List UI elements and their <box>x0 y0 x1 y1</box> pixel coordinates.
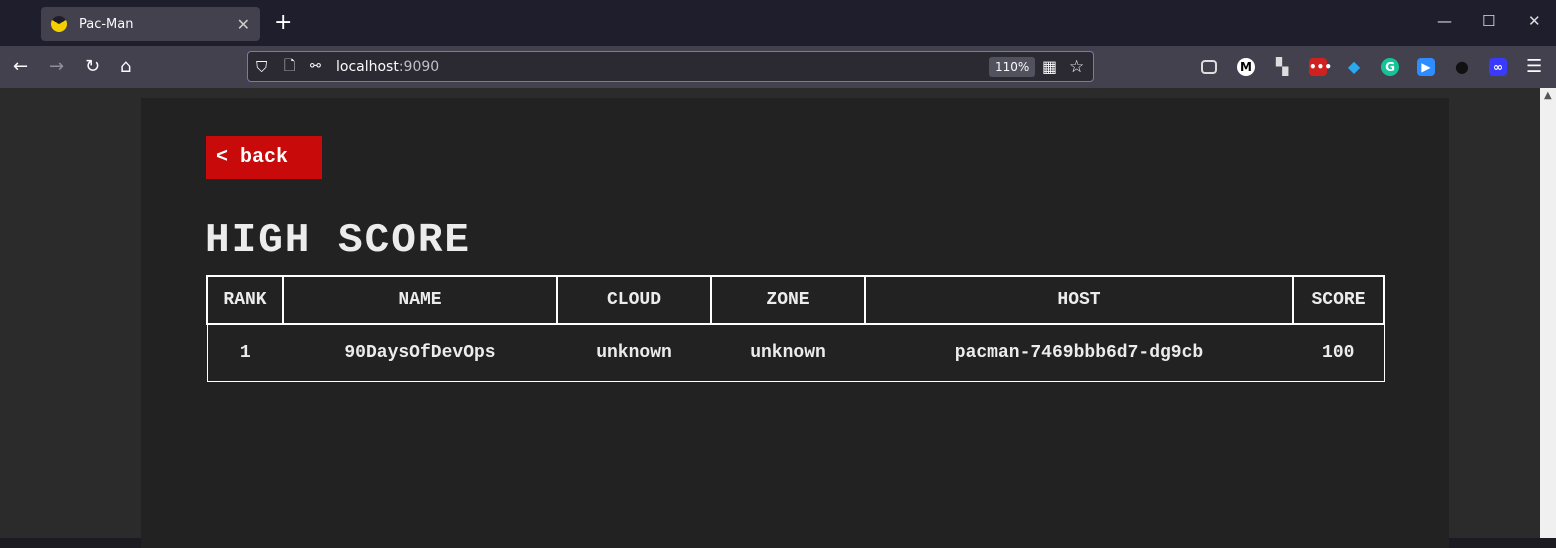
cell-cloud: unknown <box>596 342 672 363</box>
tab-pacman[interactable]: Pac-Man ✕ <box>41 7 260 41</box>
cell-rank: 1 <box>239 342 251 363</box>
back-arrow-icon[interactable]: ← <box>13 56 28 77</box>
tab-title: Pac-Man <box>79 16 134 32</box>
url-port: :9090 <box>398 58 440 75</box>
permissions-icon[interactable]: ⚯ <box>310 59 321 74</box>
zoom-extension-icon[interactable]: ▶ <box>1417 58 1435 76</box>
header-host: HOST <box>864 275 1294 325</box>
pocket-icon[interactable] <box>1201 60 1217 74</box>
header-rank: RANK <box>206 275 284 325</box>
pacman-favicon-icon <box>51 16 67 32</box>
scrollbar[interactable]: ▲ <box>1540 88 1556 538</box>
table-row: 1 90DaysOfDevOps unknown unknown pacman-… <box>207 324 1384 381</box>
back-button[interactable]: < back <box>206 136 322 179</box>
diamond-icon[interactable]: ◆ <box>1345 58 1363 76</box>
close-tab-icon[interactable]: ✕ <box>237 15 250 34</box>
url-bar[interactable]: ⛉ 🗋 ⚯ localhost:9090 110% ▦ ☆ <box>247 51 1094 82</box>
cell-host: pacman-7469bbb6d7-dg9cb <box>954 342 1204 363</box>
table-header-row: RANK NAME CLOUD ZONE HOST SCORE <box>206 275 1385 325</box>
page-content: < back HIGH SCORE RANK NAME CLOUD ZONE H… <box>0 88 1540 548</box>
header-cloud: CLOUD <box>556 275 712 325</box>
grammarly-icon[interactable]: G <box>1381 58 1399 76</box>
highscore-panel: < back HIGH SCORE RANK NAME CLOUD ZONE H… <box>141 98 1449 548</box>
qr-code-icon[interactable]: ▦ <box>1042 57 1057 76</box>
close-window-icon[interactable]: ✕ <box>1528 12 1541 30</box>
header-score: SCORE <box>1292 275 1385 325</box>
m-extension-icon[interactable]: M <box>1237 58 1255 76</box>
gnome-foot-icon[interactable]: ● <box>1453 58 1471 76</box>
extensions-grid-icon[interactable]: ▚ <box>1273 58 1291 76</box>
lastpass-icon[interactable]: ••• <box>1309 58 1332 76</box>
highscore-table: RANK NAME CLOUD ZONE HOST SCORE 1 90Days… <box>206 275 1385 382</box>
shield-icon[interactable]: ⛉ <box>256 58 267 76</box>
reload-icon[interactable]: ↻ <box>85 56 100 77</box>
nav-bar: ← → ↻ ⌂ ⛉ 🗋 ⚯ localhost:9090 110% ▦ ☆ M … <box>0 46 1556 88</box>
link-extension-icon[interactable]: ∞ <box>1489 58 1507 76</box>
maximize-icon[interactable]: ☐ <box>1482 12 1495 30</box>
cell-name: 90DaysOfDevOps <box>344 342 496 363</box>
url-text[interactable]: localhost:9090 <box>336 59 439 75</box>
zoom-level-badge[interactable]: 110% <box>989 57 1036 77</box>
header-zone: ZONE <box>710 275 866 325</box>
scroll-up-icon[interactable]: ▲ <box>1544 90 1552 101</box>
page-icon[interactable]: 🗋 <box>284 55 295 79</box>
minimize-icon[interactable]: — <box>1437 12 1452 30</box>
header-name: NAME <box>282 275 558 325</box>
page-title: HIGH SCORE <box>205 218 472 264</box>
new-tab-button[interactable]: + <box>274 10 292 35</box>
menu-icon[interactable]: ☰ <box>1526 56 1542 77</box>
forward-arrow-icon[interactable]: → <box>49 56 64 77</box>
cell-zone: unknown <box>750 342 826 363</box>
tab-bar: Pac-Man ✕ + — ☐ ✕ <box>0 0 1556 46</box>
home-icon[interactable]: ⌂ <box>120 56 131 77</box>
cell-score: 100 <box>1322 342 1355 363</box>
url-host: localhost <box>336 58 399 75</box>
bookmark-star-icon[interactable]: ☆ <box>1069 57 1084 77</box>
